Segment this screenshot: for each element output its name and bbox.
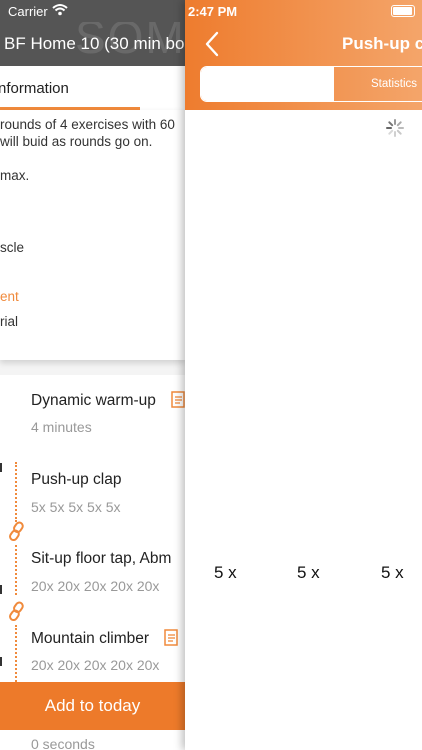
segment-selected[interactable] — [201, 67, 333, 101]
exercise-title: Push-up c — [342, 34, 422, 53]
carrier-label: Carrier — [8, 4, 48, 19]
superset-line — [15, 625, 17, 685]
workout-title: BF Home 10 (30 min bo — [4, 34, 185, 53]
note-icon[interactable] — [171, 391, 185, 408]
exercise-detail: 5x 5x 5x 5x 5x — [31, 499, 121, 515]
exercise-detail: 4 minutes — [31, 419, 92, 435]
superset-line — [15, 545, 17, 595]
exercise-name: Push-up clap — [31, 471, 122, 488]
exercise-name: Sit-up floor tap, Abm — [31, 550, 172, 567]
rep-count: 5 x — [381, 563, 404, 582]
rep-count: 5 x — [214, 563, 237, 582]
equipment-label: ent — [0, 289, 19, 304]
list-marker — [0, 463, 2, 472]
note-icon[interactable] — [164, 629, 178, 646]
rep-count: 5 x — [297, 563, 320, 582]
battery-icon — [391, 5, 415, 17]
info-tab-bar: nformation — [0, 66, 185, 110]
equipment-value: rial — [0, 314, 19, 329]
exercise-name: Dynamic warm-up — [31, 392, 156, 409]
info-line-1: rounds of 4 exercises with 60 — [0, 117, 175, 132]
list-marker — [0, 657, 2, 666]
back-chevron-icon[interactable] — [201, 30, 225, 58]
add-to-today-button[interactable]: Add to today — [0, 682, 185, 730]
exercise-detail: 20x 20x 20x 20x 20x — [31, 578, 160, 594]
segment-statistics-label: Statistics — [371, 78, 418, 90]
workout-detail-screen: Carrier SOM BF Home 10 (30 min bo nforma… — [0, 0, 185, 750]
workout-info-panel: rounds of 4 exercises with 60 will buid … — [0, 110, 185, 360]
tab-information[interactable]: nformation — [0, 80, 69, 97]
info-line-3: max. — [0, 168, 30, 183]
exercise-detail: 20x 20x 20x 20x 20x — [31, 657, 160, 673]
wifi-icon — [52, 4, 68, 16]
link-icon — [9, 521, 24, 541]
exercise-detail-screen: 2:47 PM Push-up c Statistics 5 x 5 x 5 x — [185, 0, 422, 750]
workout-nav-bar: SOM BF Home 10 (30 min bo — [0, 22, 185, 66]
list-marker — [0, 585, 2, 594]
info-line-4: scle — [0, 240, 25, 255]
status-time: 2:47 PM — [188, 4, 238, 19]
exercise-header: 2:47 PM Push-up c Statistics — [185, 0, 422, 110]
segment-statistics[interactable]: Statistics — [333, 67, 422, 101]
segmented-control: Statistics — [200, 66, 422, 102]
info-line-2: will buid as rounds go on. — [0, 134, 153, 149]
loading-spinner-icon — [386, 119, 404, 137]
exercise-name: Mountain climber — [31, 630, 150, 647]
superset-line — [15, 462, 17, 522]
status-bar: Carrier — [0, 0, 185, 22]
exercise-detail: 0 seconds — [31, 736, 95, 750]
link-icon — [9, 601, 24, 621]
